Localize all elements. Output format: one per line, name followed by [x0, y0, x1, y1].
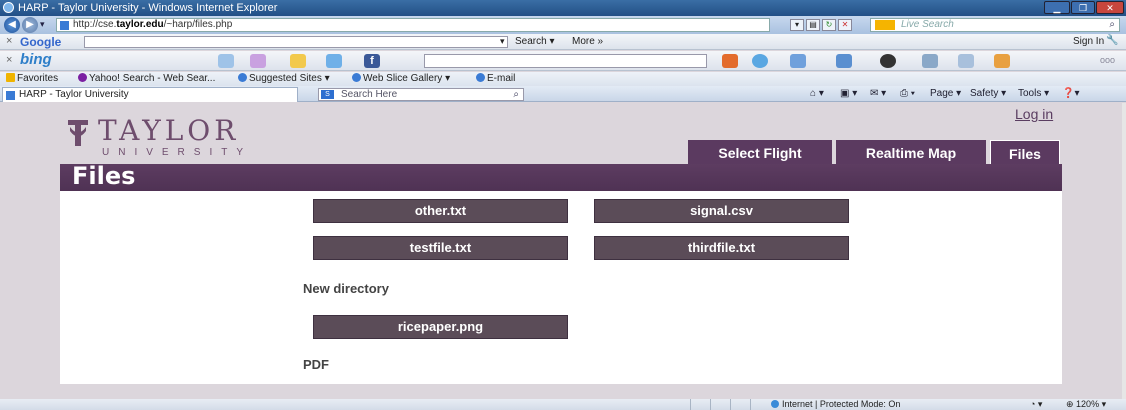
security-zone-indicator[interactable]: Internet | Protected Mode: On: [771, 399, 900, 409]
google-more-button[interactable]: More »: [572, 36, 603, 47]
music-icon[interactable]: [880, 54, 896, 68]
stop-icon[interactable]: ✕: [838, 19, 852, 31]
facebook-icon[interactable]: f: [364, 54, 380, 68]
messenger-icon[interactable]: [250, 54, 266, 68]
favorites-bar: Favorites Yahoo! Search - Web Sear... Su…: [0, 72, 1126, 86]
directory-label-new-directory: New directory: [303, 281, 389, 296]
notifications-icon[interactable]: [752, 54, 768, 68]
forward-button[interactable]: ▶: [22, 17, 38, 33]
bing-logo: bing: [20, 51, 52, 68]
tab-files[interactable]: Files: [990, 140, 1060, 166]
print-icon[interactable]: ⎙ ▾: [900, 88, 915, 99]
page-viewport: TAYLOR UNIVERSITY Log in Select Flight R…: [0, 103, 1122, 399]
ie-page-icon: [476, 73, 485, 82]
bing-toolbar: × bing f ooo: [0, 51, 1126, 71]
torch-logo-icon: [68, 120, 88, 146]
ie-page-icon: [352, 73, 361, 82]
favorites-star-icon: [6, 73, 15, 82]
address-toolbar: ◀ ▶ ▾ http://cse.taylor.edu/~harp/files.…: [0, 16, 1126, 34]
history-dropdown-icon[interactable]: ▾: [40, 19, 45, 30]
options-icon[interactable]: ooo: [1100, 55, 1115, 65]
page-favicon-icon: [60, 21, 69, 30]
tab-bar: HARP - Taylor University S Search Here ⌕…: [0, 86, 1126, 102]
globe-icon: [771, 400, 779, 408]
vertical-scrollbar[interactable]: [1122, 103, 1126, 399]
file-button-testfile-txt[interactable]: testfile.txt: [313, 236, 568, 260]
page-menu[interactable]: Page ▾: [930, 88, 961, 99]
maximize-button[interactable]: ❐: [1071, 1, 1095, 14]
tab-realtime-map[interactable]: Realtime Map: [836, 140, 986, 166]
safety-menu[interactable]: Safety ▾: [970, 88, 1006, 99]
search-icon[interactable]: ⌕: [513, 89, 519, 100]
logo-subtitle: UNIVERSITY: [102, 147, 253, 158]
maps-icon[interactable]: [326, 54, 342, 68]
shopping-icon[interactable]: [958, 54, 974, 68]
file-list-panel: other.txt signal.csv testfile.txt thirdf…: [60, 191, 1062, 384]
minimize-button[interactable]: ▁: [1044, 1, 1070, 14]
bing-search-icon[interactable]: [722, 54, 738, 68]
feeds-icon[interactable]: ▣ ▾: [840, 88, 857, 99]
file-button-signal-csv[interactable]: signal.csv: [594, 199, 849, 223]
live-search-logo-icon: [875, 20, 895, 30]
weather-icon[interactable]: [290, 54, 306, 68]
games-icon[interactable]: [922, 54, 938, 68]
file-button-other-txt[interactable]: other.txt: [313, 199, 568, 223]
refresh-icon[interactable]: ↻: [822, 19, 836, 31]
yahoo-icon: [78, 73, 87, 82]
section-header: Files: [60, 162, 1062, 191]
help-icon[interactable]: ❓▾: [1062, 88, 1079, 99]
ie-logo-icon: [3, 2, 14, 13]
url-field[interactable]: http://cse.taylor.edu/~harp/files.php: [56, 18, 770, 32]
mail-icon[interactable]: ✉ ▾: [870, 88, 886, 99]
login-link[interactable]: Log in: [1015, 106, 1053, 122]
live-search-input[interactable]: Live Search ⌕: [870, 18, 1120, 32]
close-bing-toolbar-icon[interactable]: ×: [6, 54, 12, 66]
google-search-button[interactable]: Search ▾: [515, 36, 554, 47]
wrench-icon[interactable]: 🔧: [1106, 35, 1118, 46]
directory-label-pdf: PDF: [303, 357, 329, 372]
like-icon[interactable]: [790, 54, 806, 68]
search-provider-icon: S: [321, 90, 334, 99]
status-bar: Internet | Protected Mode: On ◔ ▾ ⊕ 120%…: [0, 399, 1126, 410]
chat-icon[interactable]: [836, 54, 852, 68]
favorite-web-slice-gallery[interactable]: Web Slice Gallery ▾: [352, 73, 450, 84]
window-title: HARP - Taylor University - Windows Inter…: [18, 2, 278, 14]
tools-menu[interactable]: Tools ▾: [1018, 88, 1049, 99]
window-title-bar: HARP - Taylor University - Windows Inter…: [0, 0, 1126, 16]
browser-tab-active[interactable]: HARP - Taylor University: [2, 87, 298, 102]
translate-icon[interactable]: [994, 54, 1010, 68]
search-icon[interactable]: ⌕: [1109, 19, 1115, 31]
logo-name: TAYLOR: [98, 114, 240, 147]
favorite-yahoo-search[interactable]: Yahoo! Search - Web Sear...: [78, 73, 215, 84]
url-dropdown-icon[interactable]: ▾: [790, 19, 804, 31]
tab-select-flight[interactable]: Select Flight: [688, 140, 832, 166]
ie-page-icon: [238, 73, 247, 82]
wallpaper-icon[interactable]: [218, 54, 234, 68]
page-title: Files: [72, 162, 136, 190]
compatibility-view-icon[interactable]: ▤: [806, 19, 820, 31]
google-search-input[interactable]: [84, 36, 508, 48]
close-toolbar-icon[interactable]: ×: [6, 35, 12, 47]
file-button-ricepaper-png[interactable]: ricepaper.png: [313, 315, 568, 339]
favorite-email[interactable]: E-mail: [476, 73, 515, 84]
google-dropdown-icon[interactable]: ▾: [500, 36, 505, 47]
bing-search-input[interactable]: [424, 54, 707, 68]
favorites-button[interactable]: Favorites: [6, 73, 58, 84]
google-logo: Google: [20, 35, 62, 49]
file-button-thirdfile-txt[interactable]: thirdfile.txt: [594, 236, 849, 260]
favorite-suggested-sites[interactable]: Suggested Sites ▾: [238, 73, 330, 84]
toolbar-search-input[interactable]: S Search Here ⌕: [318, 88, 524, 101]
home-icon[interactable]: ⌂ ▾: [810, 88, 824, 99]
zoom-control[interactable]: ⊕ 120% ▾: [1066, 399, 1106, 410]
back-button[interactable]: ◀: [4, 17, 20, 33]
google-signin-button[interactable]: Sign In: [1073, 36, 1104, 47]
close-window-button[interactable]: ✕: [1096, 1, 1124, 14]
protected-mode-icon[interactable]: ◔ ▾: [1030, 399, 1042, 410]
page-favicon-icon: [6, 91, 15, 100]
google-toolbar: × Google ▾ Search ▾ More » Sign In 🔧: [0, 34, 1126, 50]
